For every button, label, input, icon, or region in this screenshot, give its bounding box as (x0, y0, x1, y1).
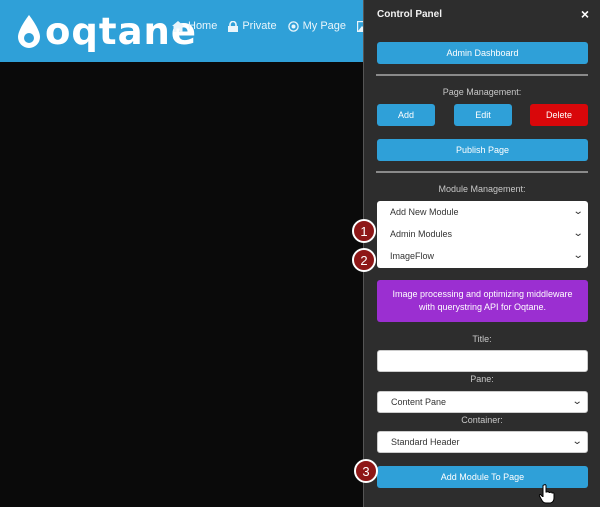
page-management-label: Page Management: (442, 87, 522, 97)
edit-page-button[interactable]: Edit (454, 104, 512, 126)
publish-page-button[interactable]: Publish Page (377, 139, 588, 161)
add-page-button[interactable]: Add (377, 104, 435, 126)
pane-label: Pane: (470, 374, 494, 384)
chevron-down-icon: ⌄ (572, 250, 584, 261)
container-label: Container: (461, 415, 503, 425)
container-value: Standard Header (391, 437, 460, 447)
title-label: Title: (472, 334, 492, 344)
chevron-down-icon: ⌄ (571, 436, 583, 447)
main-nav: Home Private My Page Im (172, 20, 395, 32)
module-value: ImageFlow (390, 251, 435, 261)
control-panel: Control Panel × Admin Dashboard Page Man… (363, 0, 600, 507)
module-management-label: Module Management: (438, 184, 526, 194)
delete-page-button[interactable]: Delete (530, 104, 588, 126)
site-logo[interactable]: oqtane (16, 12, 197, 52)
nav-label: My Page (302, 20, 347, 32)
callout-badge-2: 2 (352, 248, 376, 272)
callout-badge-3: 3 (354, 459, 378, 483)
target-icon (287, 20, 299, 32)
chevron-down-icon: ⌄ (572, 206, 584, 217)
module-select-group: Add New Module ⌄ Admin Modules ⌄ ImageFl… (377, 201, 588, 268)
lock-icon (228, 20, 239, 32)
nav-label: Private (242, 20, 277, 32)
page: oqtane Home Private My Page Im Control P… (0, 0, 600, 507)
module-category-select[interactable]: Admin Modules ⌄ (377, 223, 588, 245)
nav-item-my-page[interactable]: My Page (287, 20, 347, 32)
chevron-down-icon: ⌄ (572, 228, 584, 239)
module-type-value: Add New Module (390, 207, 459, 217)
container-select[interactable]: Standard Header ⌄ (377, 431, 588, 453)
add-module-to-page-button[interactable]: Add Module To Page (377, 466, 588, 488)
module-description: Image processing and optimizing middlewa… (377, 280, 588, 322)
callout-badge-1: 1 (352, 219, 376, 243)
nav-item-home[interactable]: Home (172, 20, 217, 32)
pane-value: Content Pane (391, 397, 447, 407)
module-category-value: Admin Modules (390, 229, 453, 239)
logo-text: oqtane (45, 10, 197, 53)
divider (376, 171, 588, 173)
divider (376, 74, 588, 76)
module-title-input[interactable] (377, 350, 588, 372)
nav-item-private[interactable]: Private (228, 20, 277, 32)
admin-dashboard-button[interactable]: Admin Dashboard (377, 42, 588, 64)
control-panel-title: Control Panel (377, 9, 443, 20)
close-icon[interactable]: × (581, 6, 589, 22)
chevron-down-icon: ⌄ (571, 396, 583, 407)
pane-select[interactable]: Content Pane ⌄ (377, 391, 588, 413)
home-icon (172, 20, 184, 32)
nav-label: Home (188, 20, 218, 32)
droplet-logo-icon (18, 15, 40, 48)
module-select[interactable]: ImageFlow ⌄ (377, 245, 588, 267)
module-type-select[interactable]: Add New Module ⌄ (377, 201, 588, 223)
hand-cursor-icon (538, 484, 555, 504)
